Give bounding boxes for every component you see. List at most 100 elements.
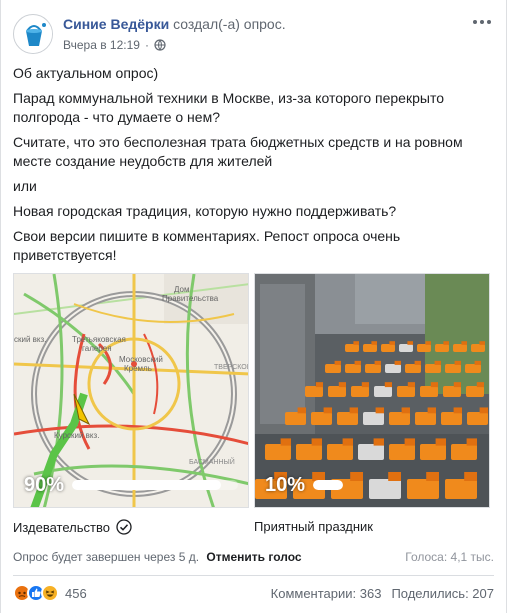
truck-cab-shape [371, 341, 377, 345]
poll-option-1[interactable]: Дом Правительства ский вкз. Третьяковска… [13, 273, 249, 535]
map-label: Дом [174, 285, 189, 294]
post-paragraph: Об актуальном опрос) [13, 65, 159, 81]
truck-shape [351, 386, 369, 397]
haha-reaction-icon [41, 584, 59, 602]
truck-cab-shape [466, 438, 477, 446]
truck-shape [445, 364, 461, 373]
truck-shape [451, 444, 477, 460]
truck-shape [305, 386, 323, 397]
post-paragraph: Свои версии пишите в комментариях. Репос… [13, 228, 401, 263]
page-name-link[interactable]: Синие Ведёрки [63, 16, 169, 32]
post-body: Об актуальном опрос) Парад коммунальной … [13, 64, 493, 271]
truck-cab-shape [342, 438, 353, 446]
truck-shape [265, 444, 291, 460]
truck-cab-shape [425, 341, 431, 345]
truck-shape [358, 444, 384, 460]
divider [13, 575, 494, 576]
bucket-logo-icon [15, 16, 52, 53]
truck-cab-shape [479, 407, 488, 414]
truck-shape [325, 364, 341, 373]
truck-cab-shape [407, 382, 415, 388]
truck-cab-shape [479, 341, 485, 345]
post-header: Синие Ведёрки создал(-а) опрос. Вчера в … [13, 10, 494, 54]
map-label: Третьяковская [72, 335, 126, 344]
map-label: Московский [119, 355, 163, 364]
map-label: Курский вкз. [54, 431, 99, 440]
truck-shape [363, 412, 384, 425]
reactions-bar: 456 Комментарии: 363 Поделились: 207 [13, 584, 494, 606]
poll-progress-bar [313, 480, 344, 490]
globe-icon [154, 39, 166, 51]
truck-cab-shape [443, 341, 449, 345]
poll-progress-bar [72, 480, 238, 490]
truck-cab-shape [430, 382, 438, 388]
post-paragraph: Считате, что это бесполезная трата бюдже… [13, 134, 463, 169]
traffic-map-image: Дом Правительства ский вкз. Третьяковска… [13, 273, 249, 508]
truck-shape [443, 386, 461, 397]
truck-cab-shape [453, 382, 461, 388]
poll-option-label[interactable]: Приятный праздник [254, 519, 373, 534]
truck-cab-shape [434, 360, 441, 365]
truck-shape [425, 364, 441, 373]
truck-shape [389, 412, 410, 425]
poll-result-1: 90% [24, 471, 238, 499]
truck-shape [363, 344, 377, 352]
vote-count[interactable]: Голоса: 4,1 тыс. [405, 550, 494, 564]
poll-result-2: 10% [265, 471, 479, 499]
truck-shape [417, 344, 431, 352]
post-timestamp[interactable]: Вчера в 12:19 [63, 38, 140, 52]
poll-option-label[interactable]: Издевательство [13, 520, 110, 535]
post-paragraph: Парад коммунальной техники в Москве, из-… [13, 90, 444, 125]
shares-count-link[interactable]: Поделились: 207 [391, 586, 494, 601]
truck-cab-shape [354, 360, 361, 365]
poll-option-2[interactable]: 10% Приятный праздник [254, 273, 490, 534]
reactions-summary[interactable]: 456 [13, 584, 87, 602]
truck-shape [285, 412, 306, 425]
truck-shape [385, 364, 401, 373]
post-paragraph: или [13, 178, 37, 194]
map-label: ский вкз. [14, 335, 46, 344]
truck-shape [397, 386, 415, 397]
truck-cab-shape [374, 360, 381, 365]
truck-shape [453, 344, 467, 352]
truck-cab-shape [375, 407, 384, 414]
truck-shape [337, 412, 358, 425]
truck-cab-shape [338, 382, 346, 388]
truck-cab-shape [361, 382, 369, 388]
map-label: галерея [82, 344, 112, 353]
poll-progress-fill [72, 480, 222, 490]
poll-progress-fill [313, 480, 344, 490]
truck-cab-shape [373, 438, 384, 446]
truck-cab-shape [384, 382, 392, 388]
truck-cab-shape [427, 407, 436, 414]
truck-cab-shape [311, 438, 322, 446]
truck-shape [467, 412, 488, 425]
truck-cab-shape [334, 360, 341, 365]
truck-cab-shape [349, 407, 358, 414]
truck-shape [381, 344, 395, 352]
truck-cab-shape [297, 407, 306, 414]
truck-cab-shape [454, 360, 461, 365]
truck-shape [345, 344, 359, 352]
poll-percent: 90% [24, 473, 65, 496]
truck-shape [345, 364, 361, 373]
truck-cab-shape [474, 360, 481, 365]
poll-post: Синие Ведёрки создал(-а) опрос. Вчера в … [0, 0, 507, 613]
more-options-icon[interactable] [470, 12, 494, 32]
truck-cab-shape [407, 341, 413, 345]
truck-shape [374, 386, 392, 397]
comments-count-link[interactable]: Комментарии: 363 [271, 586, 382, 601]
truck-shape [420, 444, 446, 460]
truck-shape [466, 386, 484, 397]
meta-separator: · [144, 38, 149, 52]
truck-shape [328, 386, 346, 397]
cancel-vote-link[interactable]: Отменить голос [206, 550, 301, 564]
poll-ends-text: Опрос будет завершен через 5 д. [13, 550, 200, 564]
page-avatar[interactable] [13, 14, 53, 54]
truck-shape [435, 344, 449, 352]
truck-shape [389, 444, 415, 460]
truck-shape [296, 444, 322, 460]
truck-shape [415, 412, 436, 425]
truck-cab-shape [461, 341, 467, 345]
truck-cab-shape [315, 382, 323, 388]
